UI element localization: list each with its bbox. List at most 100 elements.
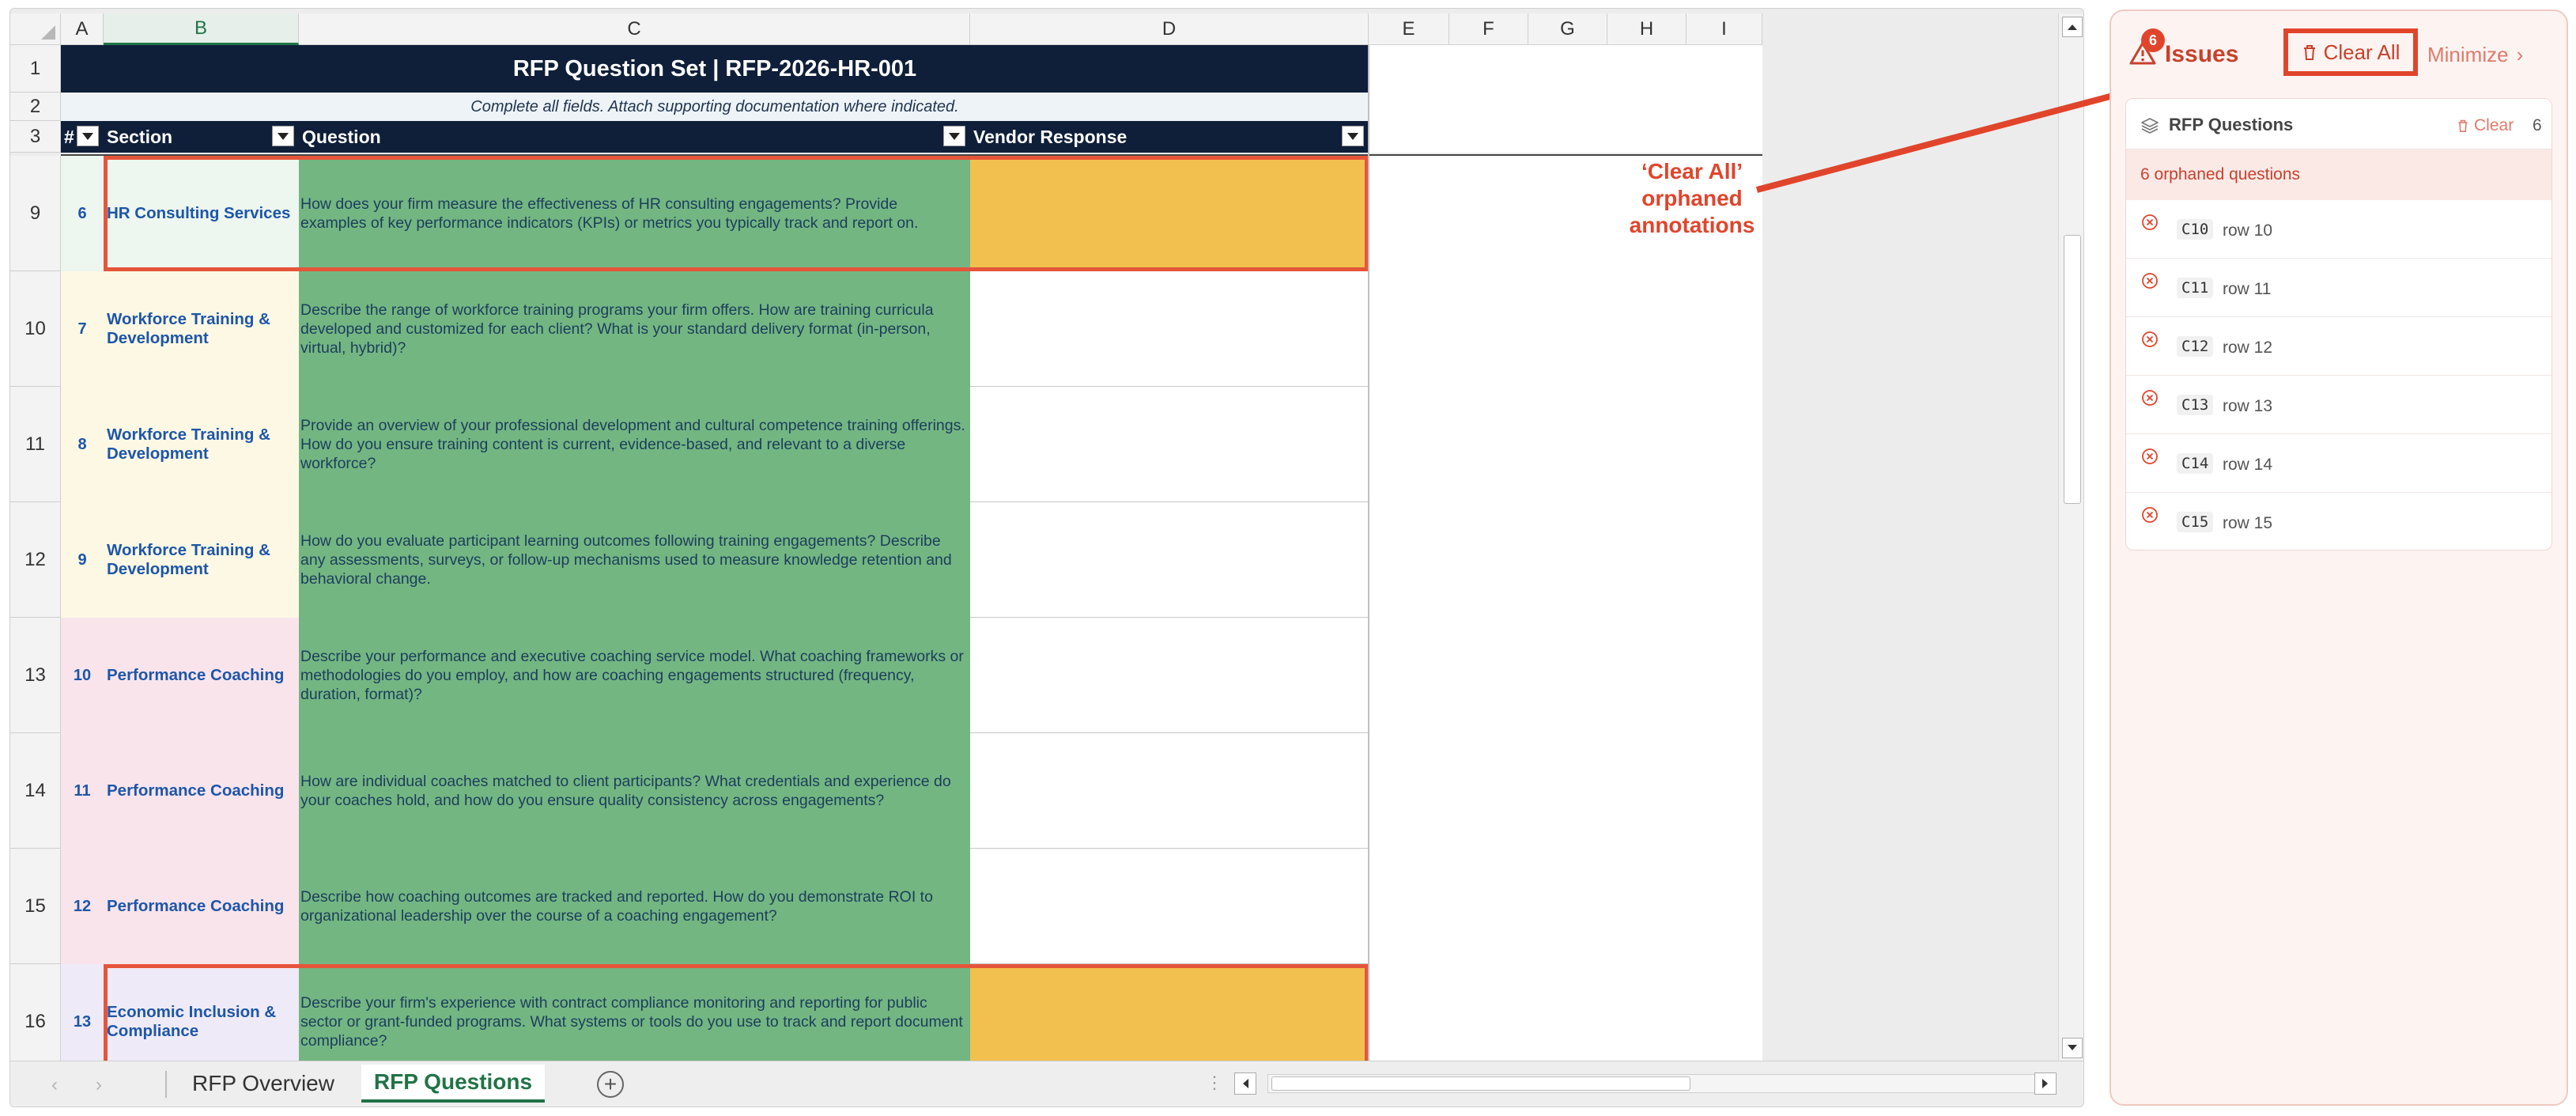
empty-cells[interactable] (1369, 733, 1762, 849)
issues-count-badge: 6 (2141, 28, 2165, 52)
issues-card-rfp-questions: RFP Questions Clear 6 6 orphaned questio… (2125, 98, 2552, 550)
row-header[interactable]: 3 (10, 121, 61, 153)
question-number[interactable]: 7 (61, 271, 104, 387)
vendor-response-cell[interactable] (970, 733, 1369, 849)
question-cell[interactable]: How are individual coaches matched to cl… (299, 733, 970, 849)
empty-cells[interactable] (1369, 964, 1762, 1061)
empty-cells[interactable] (1369, 849, 1762, 964)
empty-cells[interactable] (1369, 618, 1762, 733)
column-heading-section: Section (104, 121, 299, 153)
row-label: row 13 (2223, 397, 2273, 415)
empty-cells[interactable] (1369, 502, 1762, 618)
issue-item[interactable]: C15 row 15 (2126, 493, 2551, 550)
sheet-subtitle: Complete all fields. Attach supporting d… (61, 93, 1369, 121)
vendor-response-cell[interactable] (970, 618, 1369, 733)
horizontal-scrollbar[interactable] (1267, 1074, 2050, 1093)
row-header[interactable]: 10 (10, 271, 61, 387)
column-header-f[interactable]: F (1449, 13, 1528, 45)
horizontal-scroll-thumb[interactable] (1271, 1076, 1690, 1091)
filter-dropdown-icon[interactable] (1342, 126, 1364, 146)
issue-item[interactable]: C13 row 13 (2126, 376, 2551, 434)
section-cell[interactable]: Performance Coaching (104, 849, 299, 964)
cell-reference: C13 (2177, 395, 2214, 415)
error-circle-icon (2142, 273, 2158, 289)
callout-line: ‘Clear All’ (1641, 159, 1743, 183)
minimize-button[interactable]: Minimize › (2427, 43, 2523, 67)
question-cell[interactable]: Describe the range of workforce training… (299, 271, 970, 387)
title-blank-area (1369, 45, 1762, 153)
trash-icon (2303, 45, 2315, 60)
column-header-g[interactable]: G (1528, 13, 1607, 45)
row-header[interactable]: 13 (10, 618, 61, 733)
question-cell[interactable]: Describe your performance and executive … (299, 618, 970, 733)
scroll-down-arrow-icon[interactable] (2062, 1038, 2083, 1058)
issue-item[interactable]: C11 row 11 (2126, 259, 2551, 317)
issue-item[interactable]: C12 row 12 (2126, 317, 2551, 376)
vertical-scrollbar[interactable] (2058, 13, 2083, 1061)
select-all-corner[interactable] (10, 13, 61, 45)
cell-reference: C14 (2177, 453, 2214, 474)
question-number[interactable]: 8 (61, 387, 104, 502)
sheet-tab[interactable]: RFP Overview (172, 1065, 355, 1103)
row-header[interactable]: 9 (10, 156, 61, 271)
question-cell[interactable]: Describe how coaching outcomes are track… (299, 849, 970, 964)
empty-cells[interactable] (1369, 387, 1762, 502)
column-header-d[interactable]: D (970, 13, 1369, 45)
layers-icon (2141, 118, 2159, 134)
error-circle-icon (2142, 331, 2158, 347)
question-cell[interactable]: How do you evaluate participant learning… (299, 502, 970, 618)
column-header-c[interactable]: C (299, 13, 970, 45)
question-number[interactable]: 6 (61, 156, 104, 271)
column-header-i[interactable]: I (1686, 13, 1762, 45)
filter-dropdown-icon[interactable] (77, 126, 99, 146)
row-header[interactable]: 11 (10, 387, 61, 502)
card-header: RFP Questions Clear 6 (2126, 99, 2551, 149)
vendor-response-cell[interactable] (970, 502, 1369, 618)
question-number[interactable]: 11 (61, 733, 104, 849)
row-label: row 14 (2223, 456, 2273, 474)
vertical-scroll-thumb[interactable] (2064, 235, 2081, 504)
issue-item[interactable]: C14 row 14 (2126, 434, 2551, 493)
scroll-left-arrow-icon[interactable] (1234, 1072, 1256, 1095)
empty-cells[interactable] (1369, 271, 1762, 387)
card-clear-button[interactable]: Clear (2457, 116, 2514, 135)
filter-dropdown-icon[interactable] (272, 126, 294, 146)
prev-sheet-icon[interactable]: ‹ (51, 1074, 58, 1096)
callout-line: annotations (1629, 213, 1755, 237)
next-sheet-icon[interactable]: › (96, 1074, 102, 1096)
scroll-right-arrow-icon[interactable] (2034, 1072, 2057, 1095)
row-header[interactable]: 14 (10, 733, 61, 849)
section-cell[interactable]: Workforce Training & Development (104, 271, 299, 387)
section-cell[interactable]: Workforce Training & Development (104, 502, 299, 618)
vendor-response-cell[interactable] (970, 849, 1369, 964)
row-header[interactable]: 16 (10, 964, 61, 1061)
column-header-e[interactable]: E (1369, 13, 1449, 45)
column-gridline (1368, 45, 1369, 1061)
row-header[interactable]: 15 (10, 849, 61, 964)
section-cell[interactable]: Performance Coaching (104, 733, 299, 849)
add-sheet-icon[interactable]: + (597, 1071, 624, 1098)
vendor-response-cell[interactable] (970, 271, 1369, 387)
filter-dropdown-icon[interactable] (943, 126, 965, 146)
question-number[interactable]: 9 (61, 502, 104, 618)
scroll-up-arrow-icon[interactable] (2062, 17, 2083, 37)
row-header[interactable]: 2 (10, 93, 61, 121)
error-circle-icon (2142, 448, 2158, 464)
clear-all-button[interactable]: Clear All (2283, 28, 2418, 76)
question-cell[interactable]: Provide an overview of your professional… (299, 387, 970, 502)
section-cell[interactable]: Workforce Training & Development (104, 387, 299, 502)
card-title: RFP Questions (2169, 115, 2294, 134)
question-number[interactable]: 10 (61, 618, 104, 733)
row-header[interactable]: 12 (10, 502, 61, 618)
column-header-b[interactable]: B (104, 13, 299, 45)
column-header-a[interactable]: A (61, 13, 104, 45)
splitter-handle-icon[interactable]: ⋮ (1206, 1072, 1223, 1093)
column-header-h[interactable]: H (1607, 13, 1686, 45)
row-header[interactable]: 1 (10, 45, 61, 93)
question-number[interactable]: 13 (61, 964, 104, 1061)
sheet-tab[interactable]: RFP Questions (361, 1065, 545, 1103)
vendor-response-cell[interactable] (970, 387, 1369, 502)
issue-item[interactable]: C10 row 10 (2126, 200, 2551, 259)
section-cell[interactable]: Performance Coaching (104, 618, 299, 733)
question-number[interactable]: 12 (61, 849, 104, 964)
